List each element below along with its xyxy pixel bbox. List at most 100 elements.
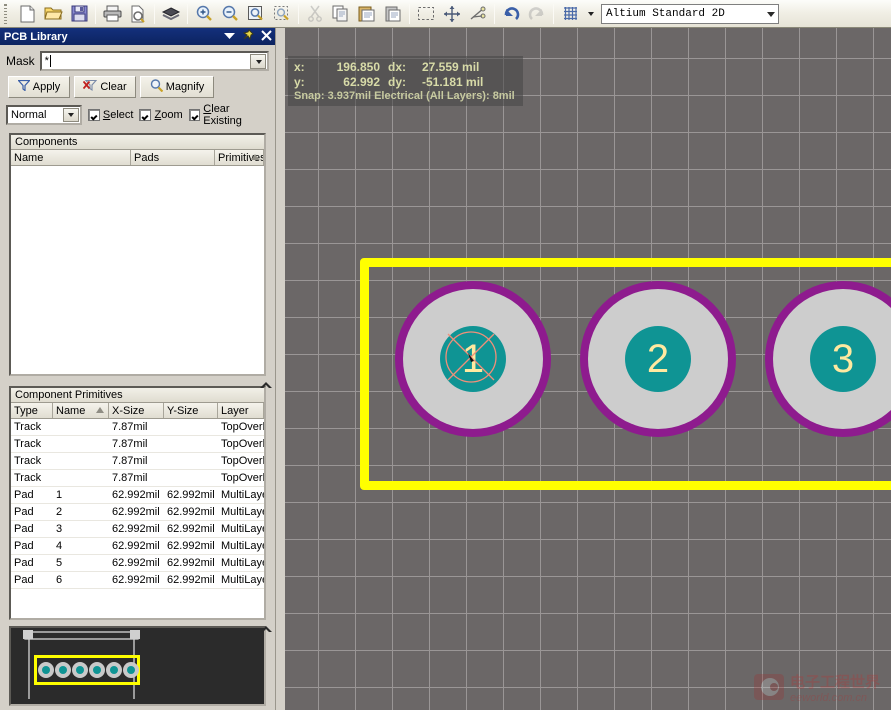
column-header-type[interactable]: Type — [11, 403, 53, 418]
footprint-preview[interactable] — [9, 626, 266, 706]
coordinate-readout: x: 196.850 dx: 27.559 mil y: 62.992 dy: … — [288, 56, 523, 106]
checkbox-select-box[interactable] — [87, 109, 100, 121]
paste-special-icon[interactable] — [380, 2, 406, 26]
cell-xsize: 62.992mil — [112, 540, 160, 552]
checkbox-zoom[interactable]: Zoom — [139, 109, 183, 121]
pad-1[interactable]: 1 — [395, 281, 551, 437]
copy-icon[interactable] — [328, 2, 354, 26]
pad-number-label: 3 — [831, 337, 855, 381]
toolbar-separator — [187, 3, 188, 24]
pcb-canvas[interactable]: 1 2 3 x: 196.850 dx: 27.559 mil y: 62.99… — [285, 28, 891, 710]
column-header-primitives[interactable]: Primitives — [215, 150, 264, 165]
select-area-icon[interactable] — [413, 2, 439, 26]
cell-type: Pad — [14, 506, 34, 518]
connections-icon[interactable] — [465, 2, 491, 26]
collapse-components-chevron-icon[interactable] — [259, 380, 273, 390]
cell-type: Track — [14, 421, 42, 433]
primitives-column-headers: Type Name X-Size Y-Size Layer — [11, 403, 264, 419]
grid-dropdown-arrow-icon[interactable] — [583, 2, 597, 26]
apply-button[interactable]: Apply — [8, 76, 70, 98]
components-list[interactable]: Components Name Pads Primitives — [9, 133, 266, 376]
mask-input-value: * — [44, 55, 49, 67]
cell-ysize: 62.992mil — [167, 557, 215, 569]
cell-type: Track — [14, 438, 42, 450]
column-header-layer[interactable]: Layer — [218, 403, 264, 418]
toolbar-separator — [154, 3, 155, 24]
clear-button[interactable]: Clear — [74, 76, 136, 98]
mask-input[interactable]: * — [39, 51, 269, 71]
filter-icon — [16, 79, 31, 94]
save-icon[interactable] — [66, 2, 92, 26]
open-folder-icon[interactable] — [40, 2, 66, 26]
column-header-name[interactable]: Name — [11, 150, 131, 165]
table-row[interactable]: Pad 2 62.992mil 62.992mil MultiLayer — [11, 504, 264, 521]
altium-pcb-library-window: Altium Standard 2D Sheet1.SchDoc Schlib1… — [0, 0, 891, 710]
cell-xsize: 62.992mil — [112, 574, 160, 586]
magnify-button[interactable]: Magnify — [140, 76, 214, 98]
chevron-down-icon[interactable] — [767, 11, 775, 17]
cell-xsize: 62.992mil — [112, 557, 160, 569]
toolbar-grip[interactable] — [2, 2, 11, 25]
toolbar-separator — [494, 3, 495, 24]
dy-value: -51.181 mil — [422, 74, 484, 89]
cell-ysize — [164, 436, 218, 452]
collapse-primitives-chevron-icon[interactable] — [259, 624, 273, 634]
select-mode-combo[interactable]: Normal — [6, 105, 82, 125]
zoom-out-icon[interactable] — [217, 2, 243, 26]
table-row[interactable]: Pad 4 62.992mil 62.992mil MultiLayer — [11, 538, 264, 555]
paste-icon[interactable] — [354, 2, 380, 26]
dx-value: 27.559 mil — [422, 59, 480, 74]
column-header-name[interactable]: Name — [53, 403, 109, 418]
table-row[interactable]: Track 7.87mil TopOverlay — [11, 453, 264, 470]
pin-icon[interactable] — [242, 29, 254, 44]
cell-ysize — [164, 419, 218, 435]
print-icon[interactable] — [99, 2, 125, 26]
cell-type: Pad — [14, 523, 34, 535]
components-header: Components — [11, 135, 264, 150]
watermark-cn-text: 电子工程世界 — [790, 673, 881, 691]
checkbox-zoom-box[interactable] — [139, 109, 152, 121]
cell-ysize — [164, 453, 218, 469]
table-row[interactable]: Pad 5 62.992mil 62.992mil MultiLayer — [11, 555, 264, 572]
cell-layer: MultiLayer — [221, 540, 264, 552]
checkbox-clear-existing-box[interactable] — [188, 109, 201, 121]
table-row[interactable]: Track 7.87mil TopOverlay — [11, 419, 264, 436]
checkbox-clear-existing[interactable]: Clear Existing — [188, 103, 269, 127]
table-row[interactable]: Pad 6 62.992mil 62.992mil MultiLayer — [11, 572, 264, 589]
primitives-rows: Track 7.87mil TopOverlay Track 7.87mil TopOve… — [11, 419, 264, 589]
snap-status-text: Snap: 3.937mil Electrical (All Layers): … — [294, 90, 515, 102]
table-row[interactable]: Track 7.87mil TopOverlay — [11, 470, 264, 487]
pcb-library-panel: PCB Library Mask * Apply Clear Magnify N… — [0, 28, 276, 710]
cut-icon — [302, 2, 328, 26]
zoom-area-icon[interactable] — [269, 2, 295, 26]
zoom-document-icon[interactable] — [243, 2, 269, 26]
column-header-pads[interactable]: Pads — [131, 150, 215, 165]
column-header-xsize[interactable]: X-Size — [109, 403, 164, 418]
print-preview-icon[interactable] — [125, 2, 151, 26]
checkbox-select[interactable]: Select — [87, 109, 133, 121]
grid-icon[interactable] — [557, 2, 583, 26]
new-document-icon[interactable] — [14, 2, 40, 26]
zoom-in-icon[interactable] — [191, 2, 217, 26]
close-icon[interactable] — [261, 29, 272, 44]
move-icon[interactable] — [439, 2, 465, 26]
table-row[interactable]: Track 7.87mil TopOverlay — [11, 436, 264, 453]
undo-icon[interactable] — [498, 2, 524, 26]
panel-title-text: PCB Library — [4, 30, 68, 43]
pad-2[interactable]: 2 — [580, 281, 736, 437]
column-header-ysize[interactable]: Y-Size — [164, 403, 218, 418]
table-row[interactable]: Pad 3 62.992mil 62.992mil MultiLayer — [11, 521, 264, 538]
board-layers-icon[interactable] — [158, 2, 184, 26]
x-value: 196.850 — [336, 59, 380, 74]
chevron-down-icon[interactable] — [224, 31, 235, 43]
table-row[interactable]: Pad 1 62.992mil 62.992mil MultiLayer — [11, 487, 264, 504]
component-primitives-list[interactable]: Component Primitives Type Name X-Size Y-… — [9, 386, 266, 620]
cell-xsize: 7.87mil — [112, 472, 148, 484]
view-configuration-combo[interactable]: Altium Standard 2D — [601, 3, 779, 24]
mask-dropdown-button[interactable] — [250, 54, 266, 69]
mask-row: Mask * — [6, 50, 269, 72]
cell-layer: TopOverlay — [221, 438, 264, 450]
magnifier-icon — [150, 79, 164, 95]
cell-name: 4 — [56, 540, 63, 552]
select-mode-dropdown-button[interactable] — [62, 108, 79, 122]
